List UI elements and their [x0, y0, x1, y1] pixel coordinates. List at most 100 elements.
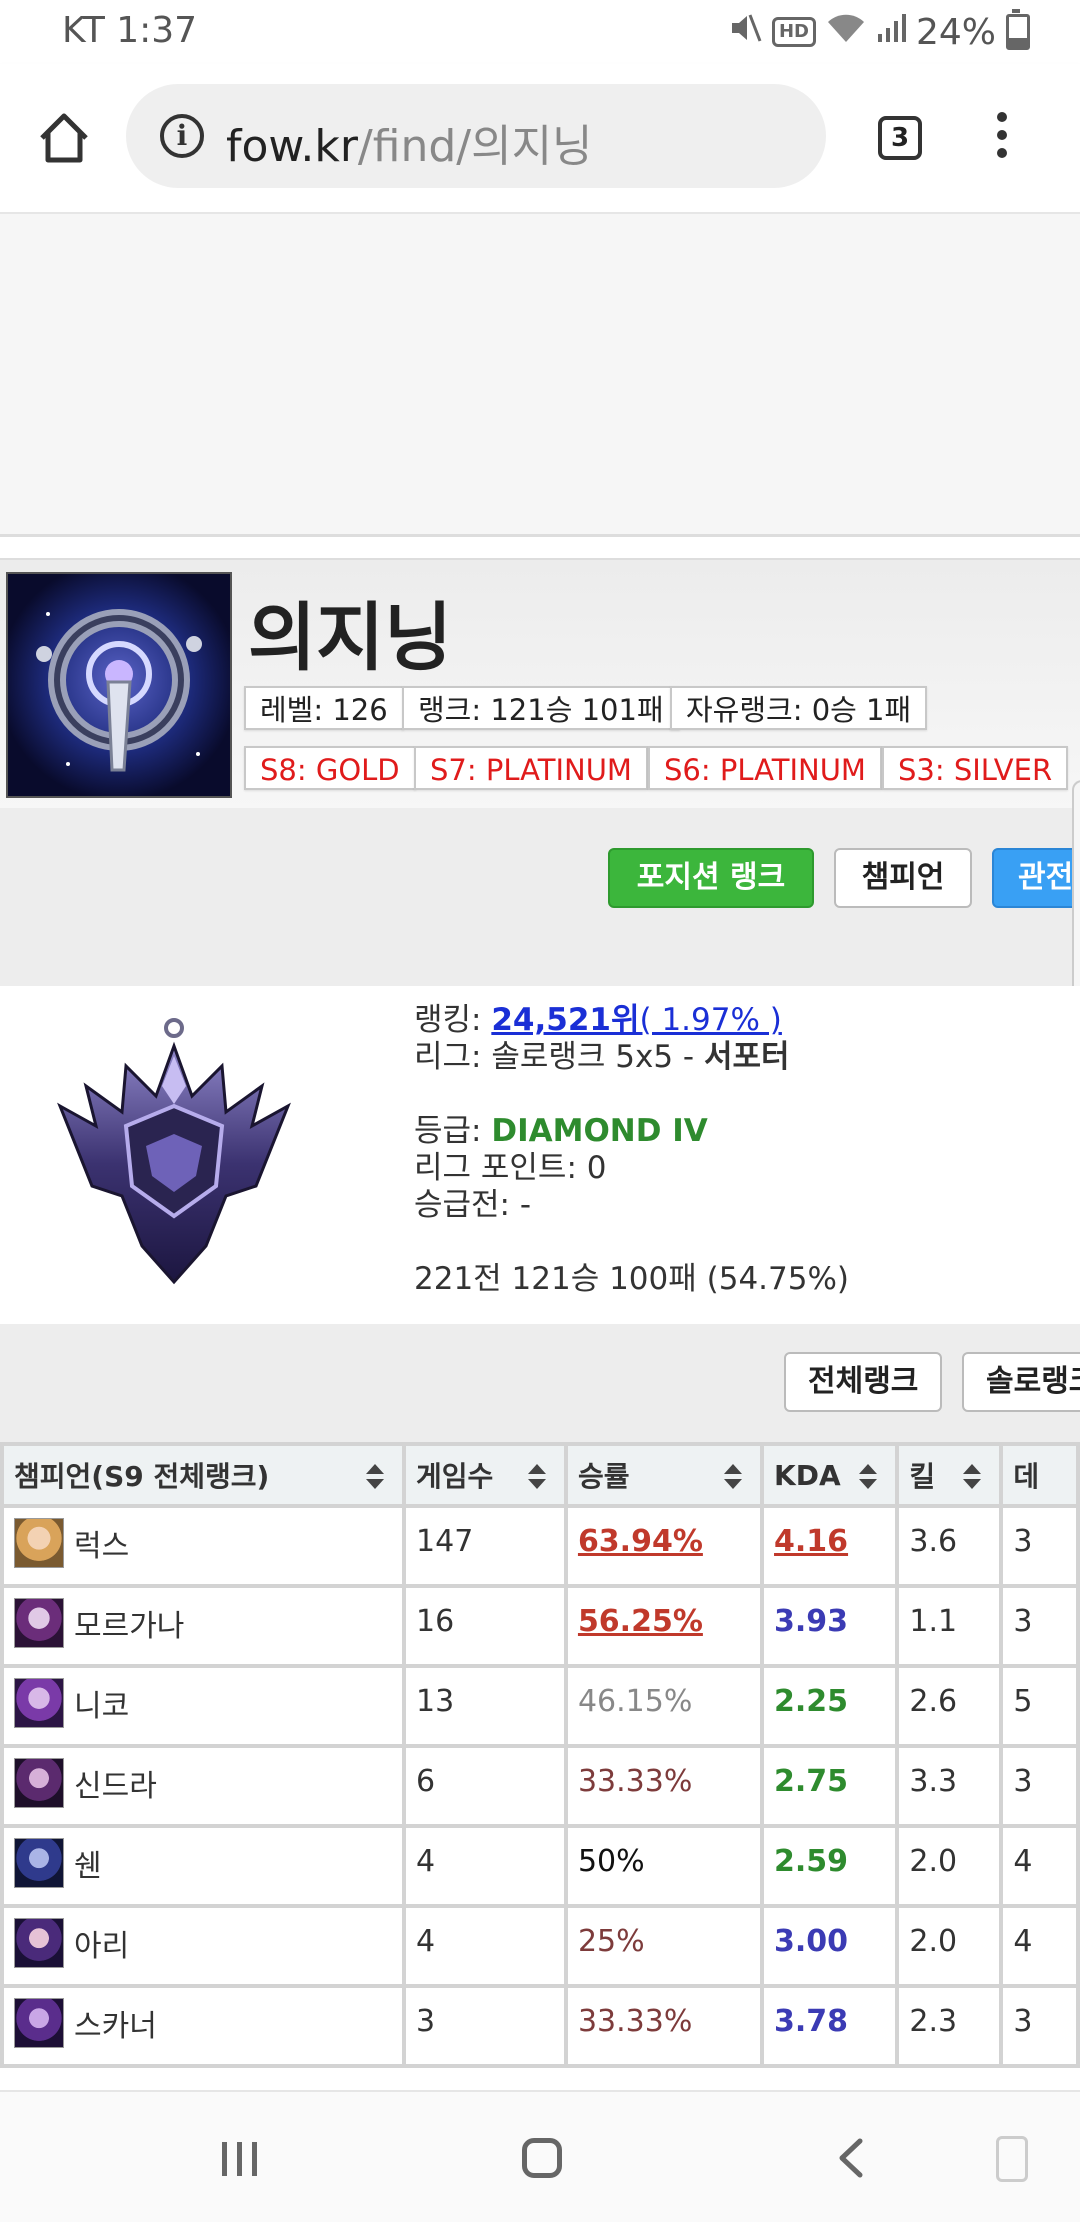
games-cell: 16 — [402, 1584, 568, 1668]
deaths-cell: 4 — [999, 1904, 1080, 1988]
header-games-label: 게임수 — [416, 1460, 494, 1493]
games-cell: 147 — [402, 1504, 568, 1588]
ranking-link[interactable]: 24,521위 — [491, 1002, 639, 1038]
summoner-name: 의지닝 — [248, 595, 453, 681]
screen-pin-icon[interactable] — [996, 2136, 1028, 2182]
deaths-cell: 3 — [999, 1504, 1080, 1588]
battery-icon — [1006, 9, 1030, 50]
more-menu-icon[interactable] — [992, 112, 1012, 166]
home-nav-icon[interactable] — [522, 2138, 562, 2178]
champion-name: 신드라 — [74, 1769, 157, 1804]
promotion-series: 승급전: - — [414, 1187, 532, 1223]
recent-apps-icon[interactable] — [222, 2142, 258, 2176]
champion-name: 니코 — [74, 1689, 130, 1724]
winrate-cell: 46.15% — [577, 1684, 693, 1719]
header-winrate[interactable]: 승률 — [563, 1442, 765, 1508]
header-champion[interactable]: 챔피언(S9 전체랭크) — [0, 1442, 407, 1508]
rank-filter-row: 전체랭크 솔로랭크 — [0, 1324, 1080, 1442]
header-kills-label: 킬 — [909, 1460, 936, 1493]
champion-button[interactable]: 챔피언 — [834, 848, 972, 908]
champion-stats-table-wrapper: 챔피언(S9 전체랭크) 게임수 승률 KDA 킬 데 럭스 147 63.94… — [0, 1442, 1080, 2072]
total-record: 221전 121승 100패 (54.75%) — [414, 1261, 850, 1297]
status-bar: KT 1:37 HD 24% — [0, 0, 1080, 64]
champion-portrait — [14, 1838, 64, 1888]
champion-name: 아리 — [74, 1929, 130, 1964]
champion-name: 스카너 — [74, 2009, 157, 2044]
url-domain: fow.kr — [226, 121, 358, 172]
games-cell: 4 — [402, 1904, 568, 1988]
tier-label: 등급: — [414, 1113, 492, 1149]
browser-toolbar: i fow.kr/find/의지닝 3 — [0, 64, 1080, 214]
champion-name: 모르가나 — [74, 1609, 185, 1644]
header-kills[interactable]: 킬 — [895, 1442, 1004, 1508]
kda-cell: 4.16 — [774, 1524, 849, 1559]
kda-cell: 3.78 — [774, 2004, 849, 2039]
rank-info: 랭킹: 24,521위( 1.97% ) 리그: 솔로랭크 5x5 - 서포터 … — [414, 1002, 849, 1298]
home-icon[interactable] — [36, 110, 92, 166]
url-text[interactable]: fow.kr/find/의지닝 — [226, 110, 593, 174]
action-button-row: 포지션 랭크 챔피언 관전 — [0, 808, 1080, 988]
kda-cell: 2.59 — [774, 1844, 849, 1879]
champion-name: 럭스 — [74, 1529, 130, 1564]
info-icon[interactable]: i — [160, 114, 204, 158]
deaths-cell: 3 — [999, 1744, 1080, 1828]
season-s8-tag: S8: GOLD — [244, 746, 416, 790]
league-points: 리그 포인트: 0 — [414, 1150, 607, 1186]
champion-name: 쉔 — [74, 1849, 102, 1884]
ad-banner-area — [0, 214, 1080, 537]
sort-icon[interactable] — [366, 1464, 385, 1490]
position-rank-button[interactable]: 포지션 랭크 — [608, 848, 814, 908]
header-kda-label: KDA — [774, 1458, 841, 1492]
table-row[interactable]: 모르가나 16 56.25% 3.93 1.1 3 — [0, 1584, 1080, 1668]
url-path: /find/의지닝 — [357, 121, 593, 172]
address-bar[interactable]: i fow.kr/find/의지닝 — [126, 84, 826, 188]
winrate-cell: 63.94% — [577, 1524, 703, 1559]
all-rank-filter-button[interactable]: 전체랭크 — [784, 1352, 943, 1412]
sort-icon[interactable] — [527, 1464, 546, 1490]
status-icons: HD 24% — [728, 9, 1030, 54]
wifi-icon — [826, 12, 866, 53]
table-row[interactable]: 쉔 4 50% 2.59 2.0 4 — [0, 1824, 1080, 1908]
kills-cell: 2.0 — [895, 1824, 1004, 1908]
header-kda[interactable]: KDA — [760, 1442, 900, 1508]
winrate-cell: 33.33% — [577, 1764, 693, 1799]
kills-cell: 2.0 — [895, 1904, 1004, 1988]
games-cell: 13 — [402, 1664, 568, 1748]
tab-count-button[interactable]: 3 — [878, 116, 922, 160]
table-row[interactable]: 신드라 6 33.33% 2.75 3.3 3 — [0, 1744, 1080, 1828]
kills-cell: 2.6 — [895, 1664, 1004, 1748]
header-deaths[interactable]: 데 — [999, 1442, 1080, 1508]
system-navigation-bar — [0, 2090, 1080, 2222]
table-row[interactable]: 아리 4 25% 3.00 2.0 4 — [0, 1904, 1080, 1988]
winrate-cell: 56.25% — [577, 1604, 703, 1639]
sort-icon[interactable] — [963, 1464, 982, 1490]
table-row[interactable]: 니코 13 46.15% 2.25 2.6 5 — [0, 1664, 1080, 1748]
champion-portrait — [14, 1758, 64, 1808]
table-row[interactable]: 스카너 3 33.33% 3.78 2.3 3 — [0, 1984, 1080, 2068]
back-icon[interactable] — [836, 2138, 866, 2178]
kda-cell: 3.93 — [774, 1604, 849, 1639]
games-cell: 6 — [402, 1744, 568, 1828]
league-position: 서포터 — [703, 1039, 790, 1075]
solo-rank-filter-button[interactable]: 솔로랭크 — [962, 1352, 1080, 1412]
sort-icon[interactable] — [859, 1464, 878, 1490]
kda-cell: 3.00 — [774, 1924, 849, 1959]
champion-stats-table: 챔피언(S9 전체랭크) 게임수 승률 KDA 킬 데 럭스 147 63.94… — [0, 1442, 1080, 2068]
flex-rank-record-tag: 자유랭크: 0승 1패 — [670, 686, 928, 730]
spectate-button[interactable]: 관전 — [992, 848, 1080, 908]
signal-icon — [876, 12, 906, 53]
champion-portrait — [14, 1918, 64, 1968]
deaths-cell: 5 — [999, 1664, 1080, 1748]
kills-cell: 1.1 — [895, 1584, 1004, 1668]
league-label: 리그: 솔로랭크 5x5 - — [414, 1039, 704, 1075]
ranking-percent-link[interactable]: ( 1.97% ) — [640, 1002, 782, 1038]
profile-icon — [6, 572, 232, 798]
table-row[interactable]: 럭스 147 63.94% 4.16 3.6 3 — [0, 1504, 1080, 1588]
deaths-cell: 3 — [999, 1584, 1080, 1668]
sort-icon[interactable] — [724, 1464, 743, 1490]
deaths-cell: 3 — [999, 1984, 1080, 2068]
champion-portrait — [14, 1598, 64, 1648]
kills-cell: 2.3 — [895, 1984, 1004, 2068]
header-games[interactable]: 게임수 — [402, 1442, 568, 1508]
kills-cell: 3.6 — [895, 1504, 1004, 1588]
